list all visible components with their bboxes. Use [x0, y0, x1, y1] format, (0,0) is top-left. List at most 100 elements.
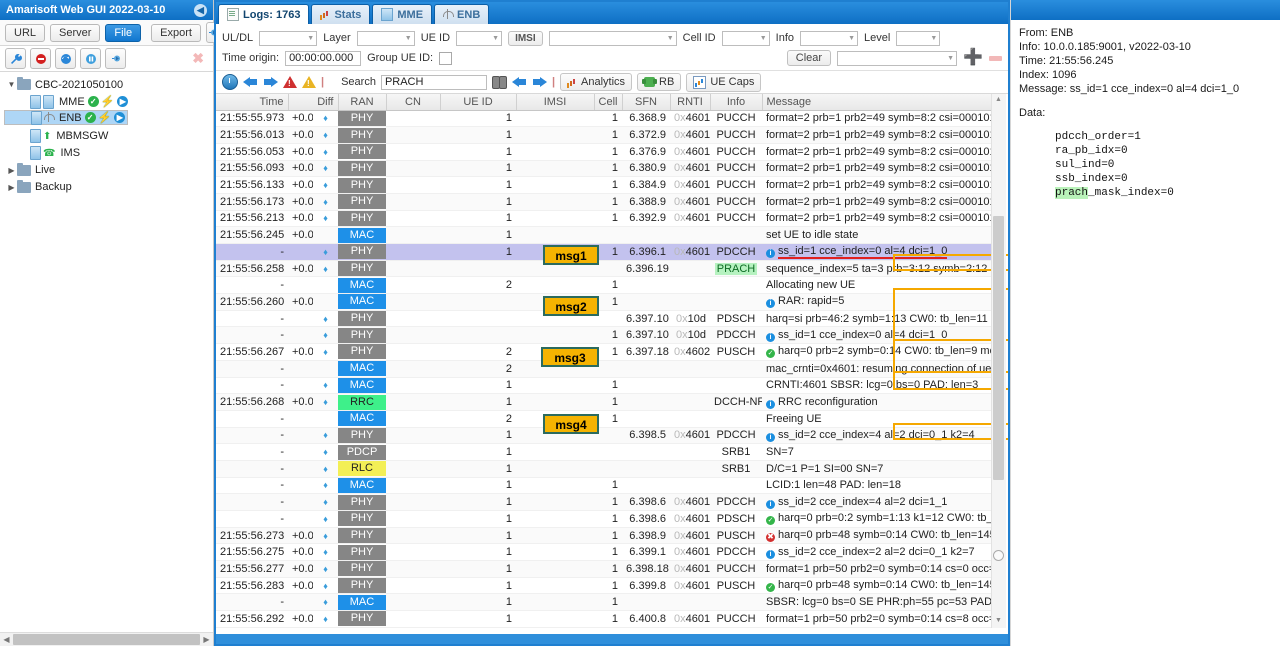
layer-select[interactable]: ▼	[356, 30, 415, 46]
table-row[interactable]: 21:55:56.267+0.007♦PHY216.397.180x4602PU…	[216, 343, 997, 361]
export-button[interactable]: Export	[151, 23, 201, 42]
table-row[interactable]: 21:55:56.283+0.006♦PHY116.399.80x4601PUS…	[216, 577, 997, 595]
scroll-thumb[interactable]	[13, 634, 200, 645]
table-row[interactable]: 21:55:56.173+0.040♦PHY116.388.90x4601PUC…	[216, 193, 997, 211]
table-row[interactable]: 21:55:56.258+0.013 ♦ PHY 6.396.19 PRACH seque…	[216, 260, 997, 278]
minus-icon[interactable]	[989, 55, 1002, 61]
time-origin-input[interactable]	[285, 50, 362, 66]
tree-item-mme[interactable]: MME ✓ ⚡ ▶	[4, 93, 213, 110]
table-row[interactable]: - ♦ PHY 1 1 6.398.6 0x4601 PDSCH ✓ harq=0 prb=0:2…	[216, 510, 997, 528]
log-table-container[interactable]: Time Diff RAN CN UE ID IMSI Cell SFN RNT…	[216, 94, 1008, 628]
tree-item-ims[interactable]: ☎ IMS	[4, 145, 213, 162]
col-cell[interactable]: Cell	[594, 94, 623, 111]
chevron-right-icon[interactable]: ▶	[6, 183, 17, 192]
chevron-right-icon[interactable]: ▶	[6, 166, 17, 175]
table-row[interactable]: 21:55:56.260+0.002MAC1iRAR: rapid=5	[216, 293, 997, 311]
scroll-thumb[interactable]	[993, 216, 1004, 480]
table-row[interactable]: 21:55:56.213+0.040♦PHY116.392.90x4601PUC…	[216, 210, 997, 228]
imsi-select[interactable]: ▼	[548, 30, 677, 46]
analytics-button[interactable]: Analytics	[560, 73, 633, 91]
table-row[interactable]: 21:55:56.277+0.002♦PHY116.398.180x4601PU…	[216, 560, 997, 578]
col-diff[interactable]: Diff	[288, 94, 339, 111]
url-button[interactable]: URL	[5, 23, 46, 42]
table-row[interactable]: 21:55:56.292+0.009♦PHY116.400.80x4601PUC…	[216, 610, 997, 628]
tree-item-live[interactable]: ▶ Live	[4, 162, 213, 179]
table-row[interactable]: 21:55:55.973+0.040♦PHY116.368.90x4601PUC…	[216, 110, 997, 128]
search-input[interactable]	[380, 74, 487, 90]
file-button[interactable]: File	[105, 23, 142, 42]
scroll-left-icon[interactable]: ◀	[0, 635, 13, 644]
left-horizontal-scrollbar[interactable]: ◀ ▶	[0, 632, 213, 646]
scroll-up-icon[interactable]: ▲	[994, 96, 1003, 105]
plus-icon[interactable]: ➕	[963, 50, 983, 66]
tree-item-cbc[interactable]: ▼ CBC-2021050100	[4, 76, 213, 93]
stop-icon[interactable]	[30, 48, 51, 69]
chevron-left-icon[interactable]: ◀	[194, 3, 207, 17]
col-sfn[interactable]: SFN	[622, 94, 671, 111]
tree-item-enb[interactable]: ENB ✓ ⚡ ▶	[4, 110, 129, 125]
col-cn[interactable]: CN	[386, 94, 441, 111]
tree-item-backup[interactable]: ▶ Backup	[4, 179, 213, 196]
table-row[interactable]: 21:55:56.093+0.040♦PHY116.380.90x4601PUC…	[216, 160, 997, 178]
table-row[interactable]: - ♦ PHY 6.397.10 0x10d PDSCH harq=si prb=46:2 …	[216, 310, 997, 328]
binoculars-icon[interactable]	[491, 76, 507, 89]
arrow-right-icon[interactable]	[263, 75, 278, 89]
group-ueid-checkbox[interactable]	[439, 51, 453, 65]
imsi-button[interactable]: IMSI	[508, 30, 543, 46]
search-next-icon[interactable]	[532, 75, 547, 89]
play-icon[interactable]: ▶	[114, 112, 126, 123]
tab-logs[interactable]: Logs: 1763	[218, 4, 310, 24]
cellid-select[interactable]: ▼	[721, 30, 770, 46]
resize-handle[interactable]	[993, 550, 1004, 561]
table-row[interactable]: 21:55:56.245+0.032 MAC 1 set UE to idle sta…	[216, 226, 997, 244]
scroll-right-icon[interactable]: ▶	[200, 635, 213, 644]
clear-button[interactable]: Clear	[786, 50, 832, 66]
table-row[interactable]: 21:55:56.133+0.040♦PHY116.384.90x4601PUC…	[216, 176, 997, 194]
col-time[interactable]: Time	[216, 94, 289, 111]
table-row[interactable]: - ♦ PHY 1 6.398.5 0x4601 PDCCH i ss_id=2 cce_ind…	[216, 427, 997, 445]
table-row[interactable]: 21:55:56.273+0.005♦PHY116.398.90x4601PUS…	[216, 527, 997, 545]
error-triangle-icon[interactable]	[283, 76, 297, 88]
table-row[interactable]: - ♦ RLC 1 SRB1 D/C=1 P=1 SI=00 SN=7	[216, 460, 997, 478]
server-button[interactable]: Server	[50, 23, 101, 42]
table-row[interactable]: - MAC 2 1 Freeing UE	[216, 410, 997, 428]
level-select[interactable]: ▼	[896, 30, 941, 46]
table-row[interactable]: - MAC 2 mac_crnti=0x4601: resuming connecti…	[216, 360, 997, 378]
table-row[interactable]: - ♦ PHY 1 1 6.398.6 0x4601 PDCCH i ss_id=2 cce_in…	[216, 493, 997, 511]
tab-enb[interactable]: ENB	[434, 4, 490, 24]
tree-item-mbmsgw[interactable]: ⬆ MBMSGW	[4, 128, 213, 145]
table-row[interactable]: - ♦ MAC 1 1 SBSR: lcg=0 bs=0 SE PHR:ph=55 pc=…	[216, 593, 997, 612]
table-row[interactable]: 21:55:56.013+0.040♦PHY116.372.90x4601PUC…	[216, 126, 997, 144]
refresh-icon[interactable]	[55, 48, 76, 69]
table-row[interactable]: - ♦ PHY 1 1 6.396.1 0x4601 PDCCH i ss_id=1 cce_in…	[216, 243, 997, 261]
col-ran[interactable]: RAN	[338, 94, 387, 111]
rb-button[interactable]: RB	[637, 73, 682, 91]
table-row[interactable]: 21:55:56.053+0.040♦PHY116.376.90x4601PUC…	[216, 143, 997, 161]
search-prev-icon[interactable]	[511, 75, 527, 89]
warning-triangle-icon[interactable]	[302, 76, 316, 88]
col-ueid[interactable]: UE ID	[440, 94, 517, 111]
ueid-select[interactable]: ▼	[456, 30, 503, 46]
plug-icon[interactable]	[105, 48, 126, 69]
wrench-icon[interactable]	[5, 48, 26, 69]
clock-icon[interactable]	[222, 74, 238, 90]
table-row[interactable]: - MAC 2 1 Allocating new UE	[216, 276, 997, 295]
chevron-down-icon[interactable]: ▼	[6, 80, 17, 89]
col-rnti[interactable]: RNTI	[670, 94, 711, 111]
col-imsi[interactable]: IMSI	[516, 94, 595, 111]
close-icon[interactable]: ✖	[192, 50, 204, 67]
scroll-down-icon[interactable]: ▼	[994, 617, 1003, 626]
ue-caps-button[interactable]: UE Caps	[686, 72, 762, 92]
table-horizontal-scrollbar[interactable]	[216, 634, 1008, 644]
col-message[interactable]: Message	[762, 94, 997, 111]
tab-stats[interactable]: Stats	[311, 4, 371, 24]
play-icon[interactable]: ▶	[117, 96, 129, 107]
table-row[interactable]: -♦PHY116.400.150x4601PDCCHiss_id=2 cce_i…	[216, 627, 997, 628]
pause-icon[interactable]	[80, 48, 101, 69]
table-row[interactable]: - ♦ PHY 1 6.397.10 0x10d PDCCH i ss_id=1 cce_ind…	[216, 326, 997, 345]
table-vertical-scrollbar[interactable]: ▲ ▼	[991, 94, 1006, 628]
table-row[interactable]: - ♦ MAC 1 1 LCID:1 len=48 PAD: len=18	[216, 477, 997, 495]
uldl-select[interactable]: ▼	[259, 30, 318, 46]
arrow-left-icon[interactable]	[243, 75, 258, 89]
table-row[interactable]: - ♦ MAC 1 1 CRNTI:4601 SBSR: lcg=0 bs=0 PAD: …	[216, 377, 997, 395]
